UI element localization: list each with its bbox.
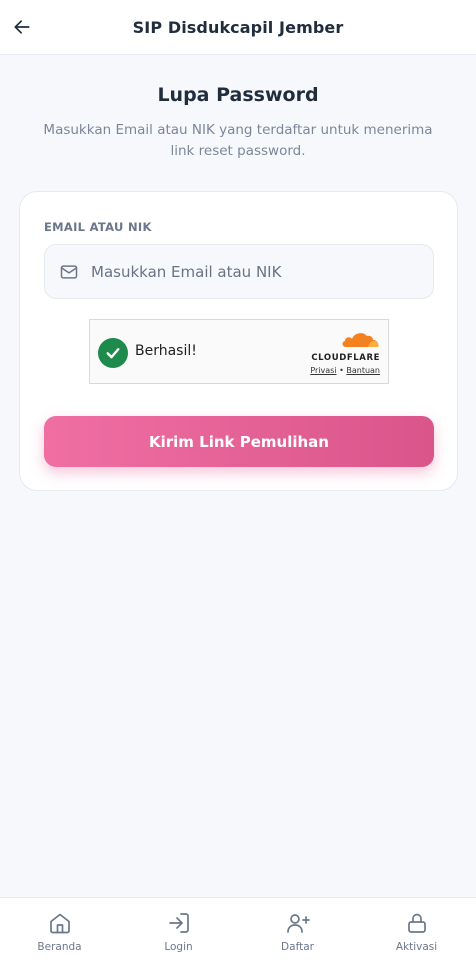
privacy-link[interactable]: Privasi <box>310 366 336 375</box>
cloudflare-logo: CLOUDFLARE Privasi • Bantuan <box>300 330 380 375</box>
arrow-left-icon <box>14 20 30 34</box>
back-button[interactable] <box>6 11 38 43</box>
reset-password-card: EMAIL ATAU NIK Berhasil! CLOUDFLARE Priv… <box>19 191 458 491</box>
send-recovery-link-button[interactable]: Kirim Link Pemulihan <box>44 416 434 467</box>
bottom-nav: Beranda Login Daftar Aktivasi <box>0 897 476 964</box>
nav-item-aktivasi[interactable]: Aktivasi <box>357 898 476 964</box>
nav-item-daftar[interactable]: Daftar <box>238 898 357 964</box>
login-icon <box>168 913 189 933</box>
user-plus-icon <box>286 914 310 933</box>
help-link[interactable]: Bantuan <box>346 366 380 375</box>
home-icon <box>49 913 70 934</box>
email-nik-input-wrapper[interactable] <box>44 244 434 299</box>
cloudflare-captcha[interactable]: Berhasil! CLOUDFLARE Privasi • Bantuan <box>89 319 389 384</box>
page-title: Lupa Password <box>157 84 319 106</box>
captcha-status: Berhasil! <box>135 343 197 359</box>
nav-label-daftar: Daftar <box>281 941 314 953</box>
header-title: SIP Disdukcapil Jember <box>132 17 344 37</box>
email-nik-label: EMAIL ATAU NIK <box>44 220 152 234</box>
cloudflare-wordmark: CLOUDFLARE <box>311 353 380 363</box>
nav-label-beranda: Beranda <box>37 941 82 953</box>
mail-icon <box>60 264 78 279</box>
nav-item-login[interactable]: Login <box>119 898 238 964</box>
cloudflare-cloud-icon <box>342 333 379 347</box>
nav-label-login: Login <box>164 941 193 953</box>
success-check-icon <box>98 338 128 368</box>
page-subtitle: Masukkan Email atau NIK yang terdaftar u… <box>43 122 433 159</box>
nav-label-aktivasi: Aktivasi <box>395 941 438 953</box>
cloudflare-links: Privasi • Bantuan <box>300 366 380 375</box>
lock-icon <box>407 913 426 933</box>
email-nik-input[interactable] <box>91 262 411 281</box>
app-header: SIP Disdukcapil Jember <box>0 0 476 55</box>
nav-item-beranda[interactable]: Beranda <box>0 898 119 964</box>
link-separator: • <box>339 366 344 375</box>
